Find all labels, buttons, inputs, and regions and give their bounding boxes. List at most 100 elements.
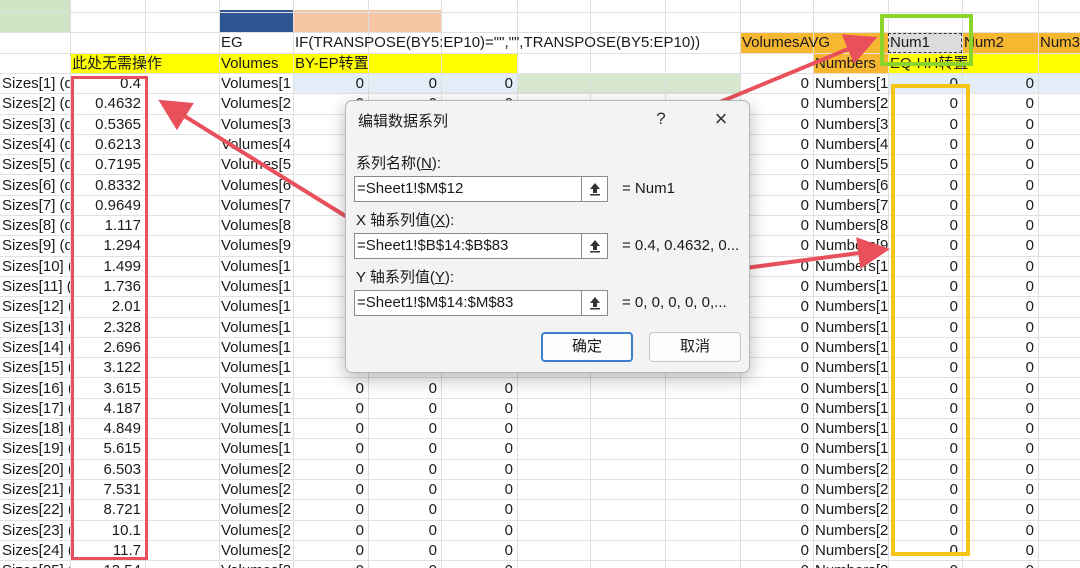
cell-zero[interactable]: 0 (293, 541, 368, 561)
cell-num1-value[interactable]: 0 (888, 399, 962, 419)
cell-zero[interactable]: 0 (740, 94, 813, 114)
cell-num2-value[interactable]: 0 (962, 460, 1038, 480)
cell-volumes-label[interactable]: Volumes[1 (219, 74, 293, 94)
cell-zero[interactable]: 0 (740, 176, 813, 196)
cell-volumes-label[interactable]: Volumes[1 (219, 439, 293, 459)
cell-zero[interactable]: 0 (740, 257, 813, 277)
cell-num1-value[interactable]: 0 (888, 379, 962, 399)
cell-numbers-label[interactable]: Numbers[1 (813, 277, 888, 297)
cell-zero[interactable]: 0 (293, 74, 368, 94)
cell-zero[interactable]: 0 (740, 338, 813, 358)
cell-numbers-label[interactable]: Numbers[1 (813, 379, 888, 399)
cell-size-value[interactable]: 3.615 (70, 379, 145, 399)
cell-size-value[interactable]: 1.736 (70, 277, 145, 297)
cell-zero[interactable]: 0 (740, 318, 813, 338)
cell-num2-value[interactable]: 0 (962, 297, 1038, 317)
cell-numbers-label[interactable]: Numbers[1 (813, 74, 888, 94)
cell-size-label[interactable]: Sizes[22] ( (0, 500, 70, 520)
y-values-input[interactable]: =Sheet1!$M$14:$M$83 (354, 290, 582, 316)
help-icon[interactable]: ? (648, 107, 674, 131)
header-volumesavg[interactable]: VolumesAVG (740, 33, 888, 53)
cell-num1-value[interactable]: 0 (888, 236, 962, 256)
cell-num2-value[interactable]: 0 (962, 318, 1038, 338)
cell-num2-value[interactable]: 0 (962, 541, 1038, 561)
cell-volumes-label[interactable]: Volumes[9 (219, 236, 293, 256)
cell-zero[interactable]: 0 (368, 379, 441, 399)
cell-size-value[interactable]: 10.1 (70, 521, 145, 541)
cell-num1-value[interactable]: 0 (888, 216, 962, 236)
cell-num1-value[interactable]: 0 (888, 419, 962, 439)
cell-size-label[interactable]: Sizes[10] ( (0, 257, 70, 277)
cell-size-value[interactable]: 0.9649 (70, 196, 145, 216)
cell-volumes-label[interactable]: Volumes[2 (219, 480, 293, 500)
cell-size-value[interactable]: 11.7 (70, 541, 145, 561)
cell-numbers-label[interactable]: Numbers[2 (813, 521, 888, 541)
cancel-button[interactable]: 取消 (649, 332, 741, 362)
close-icon[interactable]: × (708, 107, 734, 131)
cell-num2-value[interactable]: 0 (962, 379, 1038, 399)
cell-size-label[interactable]: Sizes[4] (d (0, 135, 70, 155)
cell-size-label[interactable]: Sizes[23] ( (0, 521, 70, 541)
header-formula[interactable]: IF(TRANSPOSE(BY5:EP10)="","",TRANSPOSE(B… (293, 33, 738, 53)
cell-num2-value[interactable]: 0 (962, 561, 1038, 568)
cell-num2-value[interactable]: 0 (962, 216, 1038, 236)
cell-volumes-label[interactable]: Volumes[1 (219, 419, 293, 439)
cell-size-label[interactable]: Sizes[25] ( (0, 561, 70, 568)
cell-num2-value[interactable]: 0 (962, 94, 1038, 114)
cell-zero[interactable]: 0 (368, 500, 441, 520)
cell-volumes-label[interactable]: Volumes[1 (219, 297, 293, 317)
cell-size-value[interactable]: 0.4632 (70, 94, 145, 114)
cell-size-label[interactable]: Sizes[15] ( (0, 358, 70, 378)
cell-numbers-label[interactable]: Numbers[2 (813, 460, 888, 480)
cell-zero[interactable]: 0 (740, 297, 813, 317)
cell-zero[interactable]: 0 (368, 399, 441, 419)
cell-zero[interactable]: 0 (740, 155, 813, 175)
cell-size-label[interactable]: Sizes[13] ( (0, 318, 70, 338)
ok-button[interactable]: 确定 (541, 332, 633, 362)
cell-size-label[interactable]: Sizes[5] (d (0, 155, 70, 175)
cell-size-label[interactable]: Sizes[21] ( (0, 480, 70, 500)
cell-numbers-label[interactable]: Numbers[6 (813, 176, 888, 196)
cell-num2-value[interactable]: 0 (962, 135, 1038, 155)
cell-size-value[interactable]: 0.6213 (70, 135, 145, 155)
cell-num1-value[interactable]: 0 (888, 196, 962, 216)
cell-volumes-label[interactable]: Volumes[3 (219, 115, 293, 135)
cell-num2-value[interactable]: 0 (962, 74, 1038, 94)
cell-numbers-label[interactable]: Numbers[1 (813, 439, 888, 459)
cell-zero[interactable]: 0 (441, 399, 517, 419)
cell-size-value[interactable]: 0.7195 (70, 155, 145, 175)
cell-numbers-label[interactable]: Numbers[4 (813, 135, 888, 155)
cell-volumes-label[interactable]: Volumes[1 (219, 338, 293, 358)
cell-volumes-label[interactable]: Volumes[1 (219, 399, 293, 419)
header-colA-title[interactable]: 此处无需操作 (70, 54, 219, 74)
cell-volumes-label[interactable]: Volumes[7 (219, 196, 293, 216)
cell-num1-value[interactable]: 0 (888, 338, 962, 358)
cell-num2-value[interactable]: 0 (962, 277, 1038, 297)
cell-num1-value[interactable]: 0 (888, 541, 962, 561)
cell-num2-value[interactable]: 0 (962, 358, 1038, 378)
cell-volumes-label[interactable]: Volumes[8 (219, 216, 293, 236)
cell-size-label[interactable]: Sizes[8] (d (0, 216, 70, 236)
cell-size-label[interactable]: Sizes[1] (d (0, 74, 70, 94)
cell-zero[interactable]: 0 (441, 74, 517, 94)
cell-volumes-label[interactable]: Volumes[1 (219, 318, 293, 338)
cell-volumes-label[interactable]: Volumes[1 (219, 379, 293, 399)
cell-num1-value[interactable]: 0 (888, 115, 962, 135)
cell-size-value[interactable]: 1.499 (70, 257, 145, 277)
cell-size-value[interactable]: 2.01 (70, 297, 145, 317)
cell-size-value[interactable]: 5.615 (70, 439, 145, 459)
cell-numbers-label[interactable]: Numbers[8 (813, 216, 888, 236)
cell-zero[interactable]: 0 (740, 216, 813, 236)
cell-zero[interactable]: 0 (293, 521, 368, 541)
cell-numbers-label[interactable]: Numbers[1 (813, 257, 888, 277)
cell-zero[interactable]: 0 (740, 521, 813, 541)
cell-numbers-label[interactable]: Numbers[2 (813, 480, 888, 500)
cell-size-value[interactable]: 1.294 (70, 236, 145, 256)
cell-volumes-label[interactable]: Volumes[2 (219, 521, 293, 541)
cell-size-value[interactable]: 13.54 (70, 561, 145, 568)
cell-num1-value[interactable]: 0 (888, 257, 962, 277)
cell-zero[interactable]: 0 (740, 135, 813, 155)
cell-numbers-label[interactable]: Numbers[1 (813, 419, 888, 439)
cell-zero[interactable]: 0 (293, 439, 368, 459)
cell-zero[interactable]: 0 (740, 561, 813, 568)
